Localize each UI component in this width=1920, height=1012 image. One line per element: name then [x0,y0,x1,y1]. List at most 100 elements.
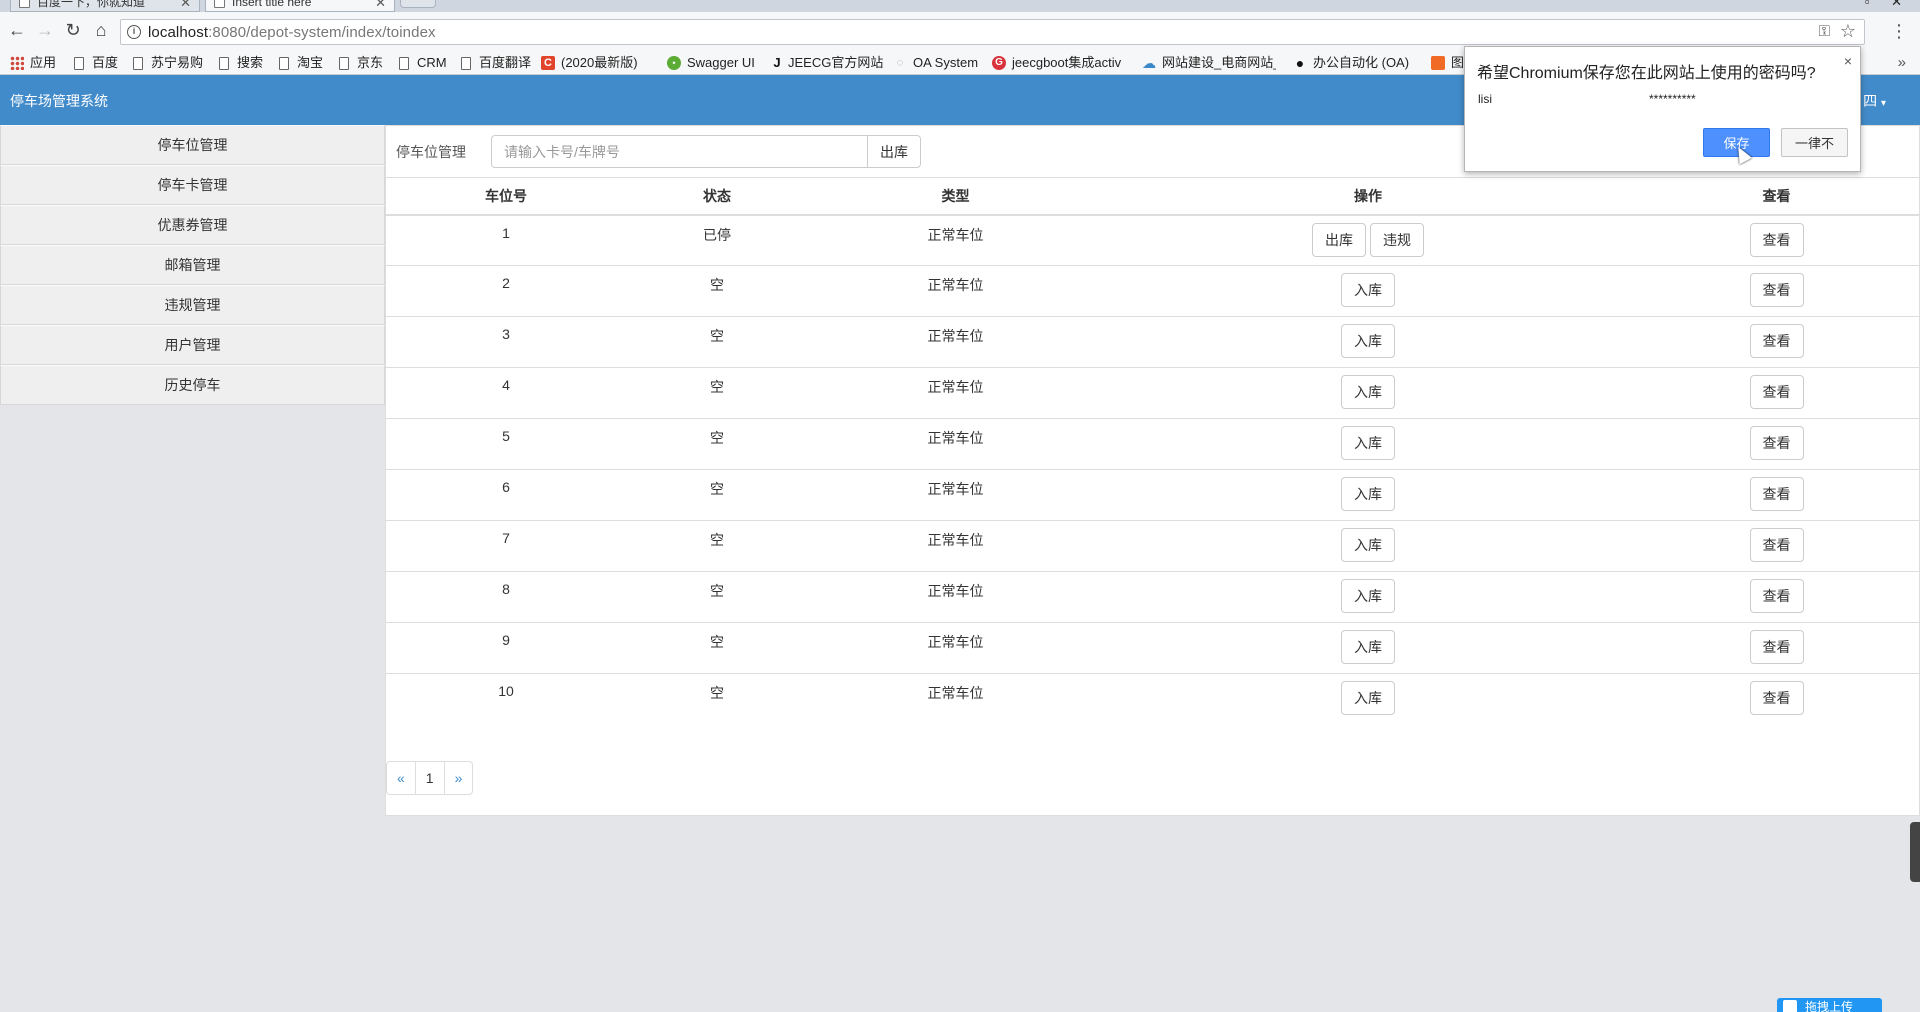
space-status: 空 [626,571,808,623]
checkin-button[interactable]: 入库 [1341,375,1395,409]
sidebar-item-history[interactable]: 历史停车 [0,365,385,405]
view-button[interactable]: 查看 [1749,477,1804,511]
view-button[interactable]: 查看 [1749,375,1804,409]
save-password-dialog: 希望Chromium保存您在此网站上使用的密码吗? × lisi *******… [1464,46,1861,172]
url-text[interactable]: localhost:8080/depot-system/index/toinde… [148,24,436,41]
space-status: 空 [626,367,808,419]
actions-cell: 入库 [1103,316,1633,368]
violation-button[interactable]: 违规 [1370,222,1424,257]
view-button[interactable]: 查看 [1749,324,1804,358]
bookmark-oa-system[interactable]: ◌ OA System [893,52,978,74]
view-button[interactable]: 查看 [1749,681,1804,715]
home-icon[interactable]: ⌂ [90,20,112,40]
bookmark-label: 网站建设_电商网站_ [1162,55,1276,70]
space-status: 空 [626,418,808,470]
sidebar-item-mailbox[interactable]: 邮箱管理 [0,245,385,285]
pagination-page[interactable]: 1 [414,761,445,795]
pagination-prev[interactable]: « [386,761,416,795]
checkin-button[interactable]: 入库 [1341,579,1395,613]
checkin-button[interactable]: 入库 [1341,426,1395,460]
upload-widget[interactable]: 拖拽上传 [1777,998,1882,1012]
side-tab-handle[interactable] [1910,822,1920,882]
close-icon[interactable]: ✕ [180,0,191,12]
bookmark-jeecgboot[interactable]: Gjeecgboot集成activ [992,52,1129,74]
window-controls[interactable]: ▫ ✕ [1865,0,1902,10]
table-row: 8 空 正常车位 入库 查看 [386,571,1920,623]
checkout-search-button[interactable]: 出库 [867,135,921,168]
view-button[interactable]: 查看 [1749,579,1804,613]
page-icon [133,56,143,70]
checkin-button[interactable]: 入库 [1341,630,1395,664]
page-icon [339,56,349,70]
never-save-button[interactable]: 一律不 [1781,128,1848,157]
space-type: 正常车位 [808,418,1103,470]
bookmark-wangzhan[interactable]: ☁ 网站建设_电商网站_ [1142,52,1276,74]
checkin-button[interactable]: 入库 [1341,528,1395,562]
actions-cell: 入库 [1103,571,1633,623]
bookmark-jeecg[interactable]: J JEECG官方网站 [772,52,883,74]
new-tab-button[interactable] [400,0,436,8]
bookmark-fanyi[interactable]: 百度翻译 [461,52,531,74]
bookmark-search[interactable]: 搜索 [219,52,263,74]
sidebar-item-parking-cards[interactable]: 停车卡管理 [0,165,385,205]
table-row: 1 已停 正常车位 出库 违规 查看 [386,214,1920,266]
view-button[interactable]: 查看 [1749,273,1804,307]
browser-tab-baidu[interactable]: 百度一下，你就知道 ✕ [10,0,200,12]
actions-cell: 入库 [1103,265,1633,317]
checkin-button[interactable]: 入库 [1341,273,1395,307]
bookmark-label: (2020最新版) [561,55,638,70]
space-type: 正常车位 [808,469,1103,521]
url-host: localhost [148,24,209,41]
reload-icon[interactable]: ↻ [62,20,84,40]
sidebar-item-users[interactable]: 用户管理 [0,325,385,365]
forward-arrow-icon[interactable]: → [34,20,56,40]
bookmark-suning[interactable]: 苏宁易购 [133,52,203,74]
browser-tab-active[interactable]: Insert title here ✕ [205,0,395,12]
main-panel: 停车位管理 出库 车位号 状态 类型 操作 查看 1 已停 正常车位 出库违规 … [385,125,1920,816]
address-bar[interactable]: i localhost:8080/depot-system/index/toin… [120,19,1865,45]
jeecg-icon: J [773,55,781,70]
bookmark-csdn[interactable]: C (2020最新版) [541,52,638,74]
key-icon[interactable]: ⚿ [1819,23,1830,40]
star-icon[interactable]: ☆ [1840,21,1856,42]
view-cell: 查看 [1633,469,1920,521]
app-title[interactable]: 停车场管理系统 [10,91,108,111]
bookmark-baidu[interactable]: 百度 [74,52,118,74]
search-label: 停车位管理 [396,144,466,160]
view-button[interactable]: 查看 [1749,528,1804,562]
bookmark-label: jeecgboot集成activ [1012,55,1122,70]
view-cell: 查看 [1633,418,1920,470]
view-button[interactable]: 查看 [1749,222,1804,257]
close-icon[interactable]: × [1844,53,1852,69]
table-row: 3 空 正常车位 入库 查看 [386,316,1920,368]
checkin-button[interactable]: 入库 [1341,477,1395,511]
column-header-view: 查看 [1633,177,1920,216]
sidebar-item-violations[interactable]: 违规管理 [0,285,385,325]
view-button[interactable]: 查看 [1749,630,1804,664]
close-icon[interactable]: ✕ [375,0,386,12]
back-arrow-icon[interactable]: ← [6,20,28,40]
bookmark-taobao[interactable]: 淘宝 [279,52,323,74]
page-icon [74,56,84,70]
space-type: 正常车位 [808,673,1103,725]
bookmark-orange[interactable]: 图 [1431,52,1464,74]
bookmark-apps[interactable]: 应用 [10,52,56,74]
checkin-button[interactable]: 入库 [1341,681,1395,715]
sidebar-item-coupons[interactable]: 优惠券管理 [0,205,385,245]
menu-icon[interactable]: ⋮ [1890,21,1908,42]
bookmark-swagger[interactable]: • Swagger UI [667,52,755,74]
search-input[interactable] [491,135,868,168]
info-icon[interactable]: i [127,25,141,39]
bookmarks-more-icon[interactable]: » [1898,52,1906,74]
column-header-actions: 操作 [1103,177,1633,216]
view-button[interactable]: 查看 [1749,426,1804,460]
bookmark-jd[interactable]: 京东 [339,52,383,74]
space-no: 1 [386,214,626,266]
bookmark-crm[interactable]: CRM [399,52,447,74]
bookmark-github-oa[interactable]: ● 办公自动化 (OA) [1293,52,1409,74]
checkout-button[interactable]: 出库 [1312,222,1366,257]
sidebar-item-parking-spaces[interactable]: 停车位管理 [0,125,385,165]
pagination-next[interactable]: » [443,761,474,795]
checkin-button[interactable]: 入库 [1341,324,1395,358]
user-menu[interactable]: 四 ▾ [1863,91,1886,111]
